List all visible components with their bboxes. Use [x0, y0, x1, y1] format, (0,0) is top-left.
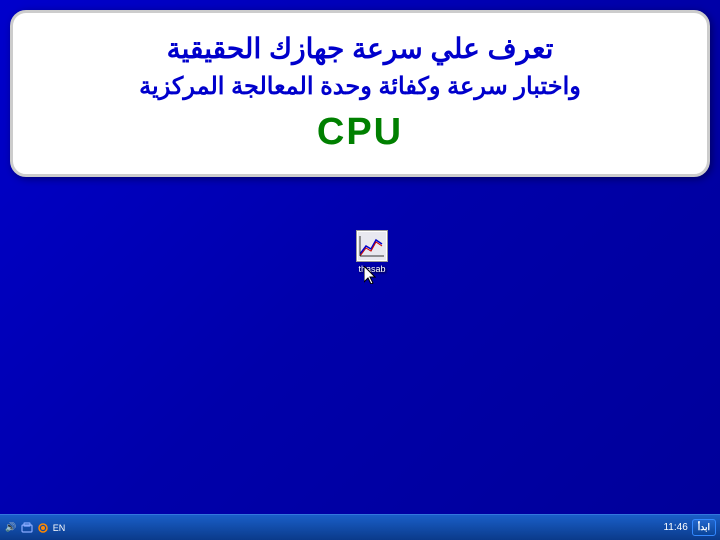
desktop-icon[interactable]: thasab — [348, 230, 396, 274]
chart-icon — [358, 232, 386, 260]
taskbar: 🔊 EN 11:46 ابدأ — [0, 514, 720, 540]
tray-icon-3 — [36, 521, 50, 535]
title-line1: تعرف علي سرعة جهازك الحقيقية — [33, 31, 687, 67]
title-line2: واختبار سرعة وكفائة وحدة المعالجة المركز… — [33, 71, 687, 102]
system-tray: 🔊 EN — [4, 521, 66, 535]
tray-icon-1: 🔊 — [4, 521, 18, 535]
cpu-label: CPU — [33, 111, 687, 154]
taskbar-clock: 11:46 — [663, 522, 687, 533]
desktop-icon-image — [356, 230, 388, 262]
tray-icon-2 — [20, 521, 34, 535]
taskbar-right: 11:46 ابدأ — [663, 519, 716, 536]
tray-icon-4: EN — [52, 521, 66, 535]
start-button[interactable]: ابدأ — [692, 519, 716, 536]
desktop: تعرف علي سرعة جهازك الحقيقية واختبار سرع… — [0, 0, 720, 540]
desktop-icon-label: thasab — [358, 264, 385, 274]
title-card: تعرف علي سرعة جهازك الحقيقية واختبار سرع… — [10, 10, 710, 177]
taskbar-left: 🔊 EN — [4, 521, 66, 535]
